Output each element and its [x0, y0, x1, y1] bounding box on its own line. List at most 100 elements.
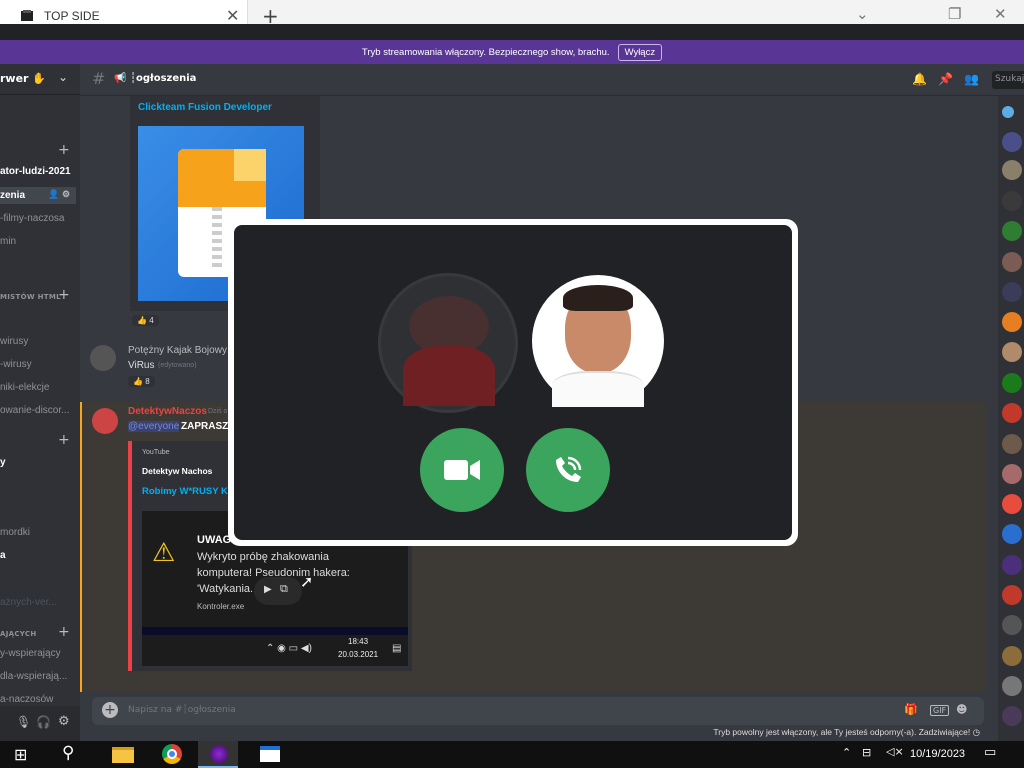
search-icon[interactable]: ⚲ [62, 743, 74, 763]
answer-call-button[interactable] [526, 428, 610, 512]
channel-item[interactable]: dla-wspierają... [0, 671, 67, 682]
restore-window-icon[interactable]: ❐ [948, 5, 961, 23]
add-channel-icon[interactable]: + [58, 624, 70, 640]
message-timestamp: Dziś o [208, 408, 228, 415]
member-avatar[interactable] [1002, 282, 1022, 302]
tray-chevron-icon[interactable]: ⌃ [842, 746, 851, 759]
message-author[interactable]: Potężny Kajak Bojowy [128, 345, 227, 356]
gift-icon[interactable]: 🎁 [904, 703, 918, 716]
open-external-icon[interactable]: ⧉ [280, 583, 288, 596]
windows-start-icon[interactable]: ⊞ [14, 745, 27, 764]
channel-header: # 📢 ┆ogłoszenia 🔔 📌 👥 Szukaj [80, 64, 1024, 96]
bell-icon[interactable]: 🔔 [912, 72, 927, 86]
everyone-mention[interactable]: @everyone [128, 421, 180, 432]
channel-item[interactable]: a-naczosów [0, 694, 53, 705]
close-window-icon[interactable]: ✕ [994, 5, 1007, 23]
video-call-button[interactable] [420, 428, 504, 512]
channel-category[interactable]: MISTÓW HTML [0, 293, 61, 301]
server-name[interactable]: rwer ✋ [0, 72, 46, 85]
member-avatar[interactable] [1002, 585, 1022, 605]
channel-item[interactable]: mordki [0, 527, 30, 538]
channel-item[interactable]: owanie-discor... [0, 405, 69, 416]
tab-close-icon[interactable]: ✕ [226, 6, 239, 25]
member-avatar[interactable] [1002, 312, 1022, 332]
camera-icon [444, 460, 480, 480]
play-icon[interactable]: ▶ [264, 584, 272, 595]
embed-title-link[interactable]: Robimy W*RUSY KO [142, 486, 235, 497]
user-settings-gear-icon[interactable]: ⚙ [58, 714, 70, 729]
channel-category[interactable]: AJĄCYCH [0, 630, 37, 638]
add-channel-icon[interactable]: + [58, 287, 70, 303]
channel-item[interactable]: niki-elekcje [0, 382, 49, 393]
member-avatar[interactable] [1002, 646, 1022, 666]
obs-icon[interactable] [198, 741, 238, 768]
message-author[interactable]: DetektywNaczos [128, 406, 207, 417]
pin-icon[interactable]: 📌 [938, 72, 953, 86]
add-channel-icon[interactable]: + [58, 142, 70, 158]
avatar[interactable] [90, 345, 116, 371]
tab-list-chevron-icon[interactable]: ⌄ [856, 5, 869, 23]
member-avatar[interactable] [1002, 221, 1022, 241]
member-avatar[interactable] [1002, 403, 1022, 423]
member-avatar[interactable] [1002, 342, 1022, 362]
member-avatar[interactable] [1002, 676, 1022, 696]
channel-item[interactable]: y-wspierający [0, 648, 61, 659]
add-channel-icon[interactable]: + [58, 432, 70, 448]
streaming-mode-banner: Tryb streamowania włączony. Bezpiecznego… [0, 40, 1024, 64]
member-avatar[interactable] [1002, 252, 1022, 272]
channel-item[interactable]: -filmy-naczosa [0, 213, 64, 224]
video-play-controls[interactable]: ▶ ⧉ [254, 577, 302, 605]
reaction-badge[interactable]: 👍 8 [128, 376, 155, 387]
video-warning-line: 'Watykania... [197, 583, 260, 595]
embed-title-link[interactable]: Clickteam Fusion Developer [138, 102, 272, 113]
windows-taskbar: ⊞ ⚲ ⌃ ⊟ ◁× 10/19/2023 ▭ [0, 741, 1024, 768]
chrome-icon[interactable] [152, 741, 192, 768]
channel-item[interactable]: y [0, 457, 6, 468]
app-window-icon[interactable] [248, 741, 288, 768]
channel-item[interactable]: wirusy [0, 336, 28, 347]
search-input[interactable]: Szukaj [992, 71, 1024, 89]
member-avatar[interactable] [1002, 494, 1022, 514]
message-composer[interactable]: + Napisz na #┆ogłoszenia 🎁 GIF ☻ [92, 697, 984, 725]
gif-icon[interactable]: GIF [930, 705, 950, 716]
attach-plus-icon[interactable]: + [102, 702, 118, 718]
member-avatar[interactable] [1002, 615, 1022, 635]
channel-item[interactable]: ator-ludzi-2021 [0, 166, 71, 177]
taskbar-date[interactable]: 10/19/2023 [910, 748, 965, 760]
member-avatar[interactable] [1002, 524, 1022, 544]
channel-item-muted[interactable]: ażnych-ver... [0, 597, 57, 608]
disable-streaming-button[interactable]: Wyłącz [617, 43, 663, 61]
phone-icon [556, 456, 582, 482]
member-avatar[interactable] [1002, 706, 1022, 726]
channel-item[interactable]: a [0, 550, 6, 561]
microphone-icon[interactable]: 🎙 [16, 715, 31, 729]
incoming-call-popup [228, 219, 798, 546]
members-icon[interactable]: 👥 [964, 72, 979, 86]
member-avatar[interactable] [1002, 132, 1022, 152]
settings-gear-icon[interactable]: ⚙ [62, 189, 70, 200]
channel-item[interactable]: -wirusy [0, 359, 32, 370]
member-avatar[interactable] [1002, 373, 1022, 393]
server-menu-chevron-icon[interactable]: ⌄ [58, 70, 68, 84]
channel-item[interactable]: min [0, 236, 16, 247]
notifications-icon[interactable]: ▭ [984, 745, 996, 760]
emoji-icon[interactable]: ☻ [956, 703, 967, 716]
video-warning-line: Wykryto próbę zhakowania [197, 551, 329, 563]
channel-item-selected[interactable]: zenia 👤 ⚙ [0, 187, 76, 204]
member-avatar[interactable] [1002, 555, 1022, 575]
volume-muted-icon[interactable]: ◁× [886, 745, 904, 758]
network-icon[interactable]: ⊟ [862, 746, 871, 759]
invite-icon[interactable]: 👤 [48, 189, 59, 200]
member-avatar[interactable] [1002, 106, 1014, 118]
notification-icon: ▤ [392, 643, 402, 654]
member-avatar[interactable] [1002, 434, 1022, 454]
file-explorer-icon[interactable] [102, 741, 142, 768]
member-avatar[interactable] [1002, 160, 1022, 180]
message-input-placeholder[interactable]: Napisz na #┆ogłoszenia [128, 705, 236, 715]
embed-author[interactable]: Detektyw Nachos [142, 466, 212, 476]
member-avatar[interactable] [1002, 464, 1022, 484]
avatar[interactable] [92, 408, 118, 434]
headphones-icon[interactable]: 🎧 [36, 715, 51, 729]
reaction-badge[interactable]: 👍 4 [132, 315, 159, 326]
member-avatar[interactable] [1002, 191, 1022, 211]
